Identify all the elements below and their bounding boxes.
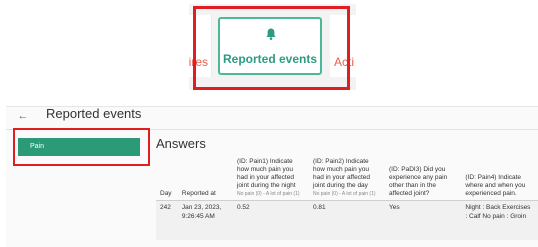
cell-day: 242 [156,200,178,240]
answers-table: Day Reported at (ID: Pain1) Indicate how… [156,156,538,240]
cell-pain2: 0.81 [309,200,386,240]
table-header-row: Day Reported at (ID: Pain1) Indicate how… [156,156,538,201]
highlight-box [193,6,350,90]
arrow-left-icon: ← [17,110,29,122]
column-header-pain4: (ID: Pain4) Indicate where and when you … [461,156,538,201]
column-hint: No pain (0) - A lot of pain (1) [313,191,376,197]
highlight-box [13,128,150,166]
column-header-day: Day [156,156,178,201]
column-header-reported-at: Reported at [177,156,233,201]
column-header-pain1: (ID: Pain1) Indicate how much pain you h… [232,156,309,201]
cell-pain4: Night : Back Exercises : Calf No pain : … [461,200,538,240]
cell-padi3: Yes [385,200,462,240]
answers-title: Answers [156,136,206,151]
column-header-padi3: (ID: PaDI3) Did you experience any pain … [385,156,462,201]
back-button[interactable]: ← [14,107,32,125]
table-row: 242 Jan 23, 2023, 9:26:45 AM 0.52 0.81 Y… [156,200,538,240]
cell-pain1: 0.52 [232,200,309,240]
column-header-pain2: (ID: Pain2) Indicate how much pain you h… [309,156,386,201]
page-title: Reported events [46,106,142,121]
column-hint: No pain (0) - A lot of pain (1) [236,191,300,197]
cell-reported-at: Jan 23, 2023, 9:26:45 AM [177,200,233,240]
